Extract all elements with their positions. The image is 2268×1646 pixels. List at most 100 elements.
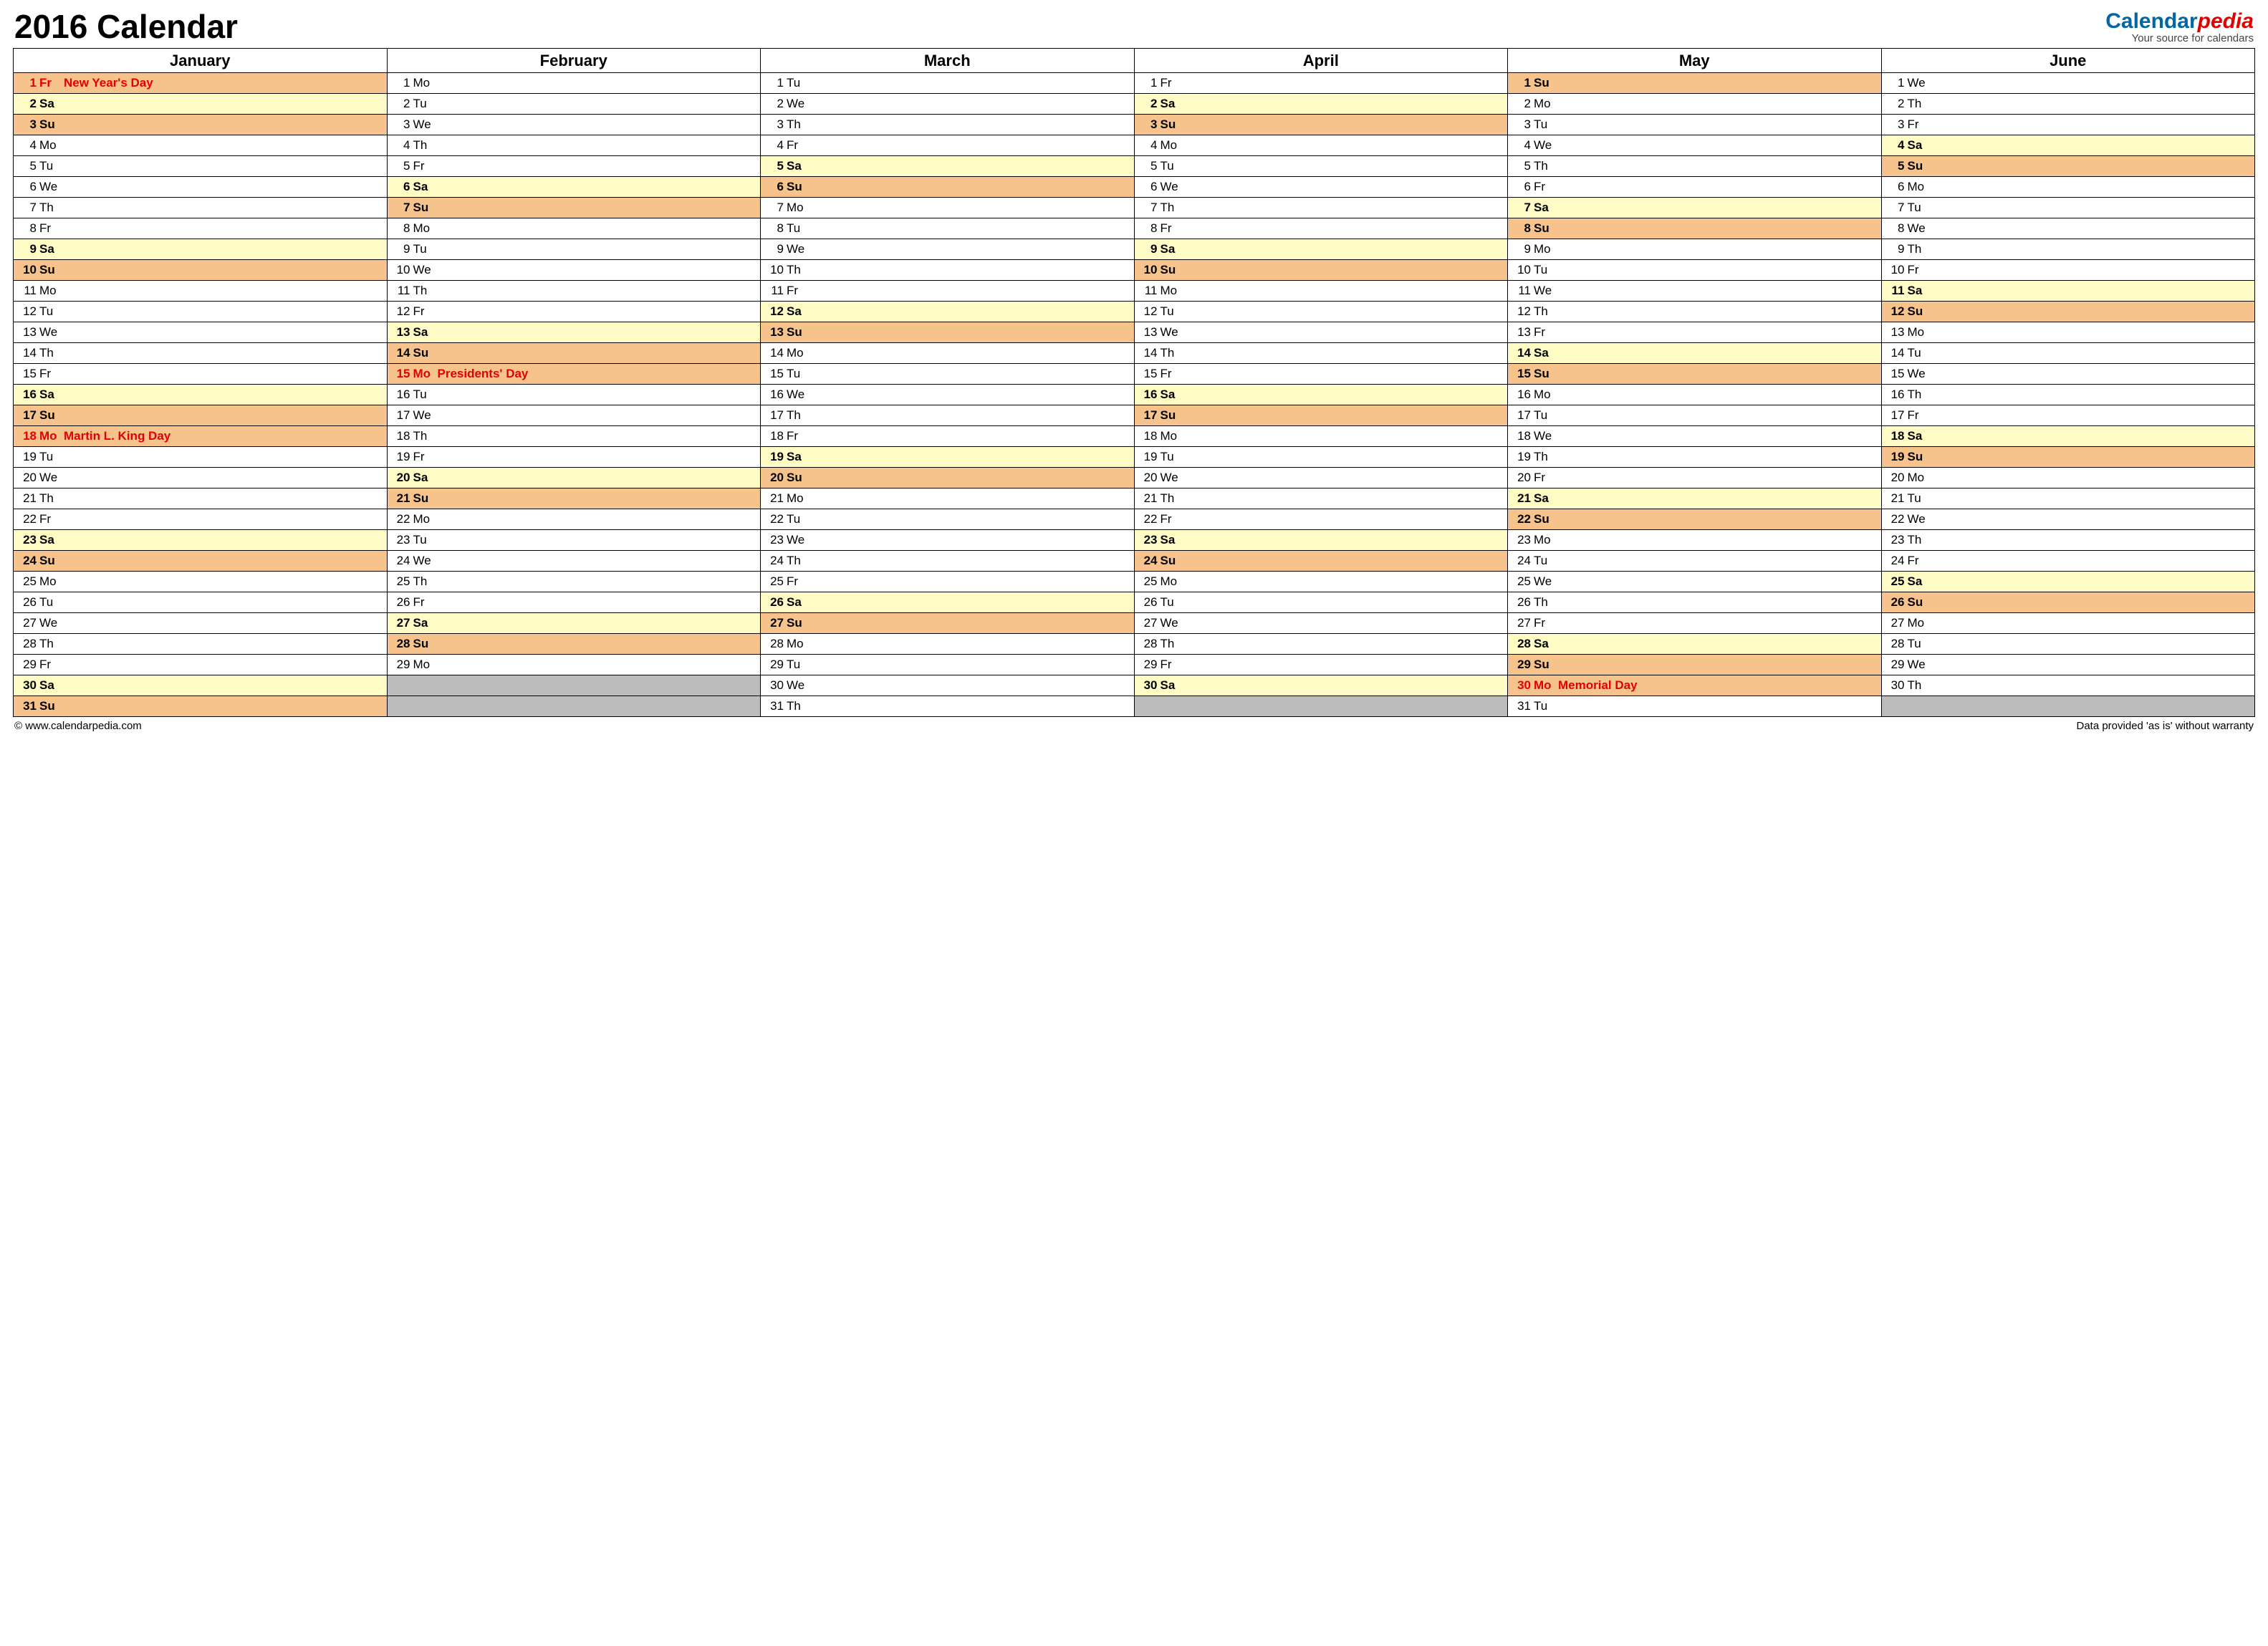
day-cell: 5Su (1881, 156, 2255, 177)
day-cell: 17Fr (1881, 405, 2255, 426)
day-cell: 4Th (387, 135, 761, 156)
day-cell: 8Su (1508, 218, 1882, 239)
day-cell: 9Th (1881, 239, 2255, 260)
day-cell: 26Tu (1134, 592, 1508, 613)
month-header: January (14, 49, 388, 73)
day-cell: 3Tu (1508, 115, 1882, 135)
day-cell: 7Th (1134, 198, 1508, 218)
day-cell: 3Th (761, 115, 1135, 135)
day-cell: 10We (387, 260, 761, 281)
day-cell: 6Mo (1881, 177, 2255, 198)
day-cell: 3Fr (1881, 115, 2255, 135)
day-cell: 29Fr (1134, 655, 1508, 675)
day-cell: 15Fr (1134, 364, 1508, 385)
day-cell: 2Tu (387, 94, 761, 115)
day-cell: 27Mo (1881, 613, 2255, 634)
day-cell: 23We (761, 530, 1135, 551)
day-cell: 21Tu (1881, 488, 2255, 509)
day-cell: 13Su (761, 322, 1135, 343)
day-cell: 14Sa (1508, 343, 1882, 364)
day-cell: 25Mo (14, 572, 388, 592)
day-cell: 5Fr (387, 156, 761, 177)
day-cell: 18MoMartin L. King Day (14, 426, 388, 447)
day-cell: 20Sa (387, 468, 761, 488)
brand-logo: Calendarpedia Your source for calendars (2105, 10, 2254, 44)
day-cell: 23Th (1881, 530, 2255, 551)
day-cell: 15Su (1508, 364, 1882, 385)
day-cell (1881, 696, 2255, 717)
day-cell (387, 696, 761, 717)
day-cell: 1FrNew Year's Day (14, 73, 388, 94)
day-cell: 17Su (14, 405, 388, 426)
day-cell: 19Tu (14, 447, 388, 468)
day-cell: 30MoMemorial Day (1508, 675, 1882, 696)
day-cell: 15We (1881, 364, 2255, 385)
day-cell: 21Mo (761, 488, 1135, 509)
day-cell: 3Su (1134, 115, 1508, 135)
day-cell: 30Sa (14, 675, 388, 696)
day-cell: 25We (1508, 572, 1882, 592)
day-cell: 22Tu (761, 509, 1135, 530)
day-cell: 11Th (387, 281, 761, 302)
day-cell: 18Sa (1881, 426, 2255, 447)
day-cell: 23Sa (14, 530, 388, 551)
day-cell: 24Su (14, 551, 388, 572)
day-cell: 22Fr (1134, 509, 1508, 530)
day-cell: 14Tu (1881, 343, 2255, 364)
day-cell: 7Tu (1881, 198, 2255, 218)
day-cell: 21Su (387, 488, 761, 509)
day-cell: 23Sa (1134, 530, 1508, 551)
month-header: April (1134, 49, 1508, 73)
day-cell: 4We (1508, 135, 1882, 156)
day-cell: 15MoPresidents' Day (387, 364, 761, 385)
day-cell: 28Th (14, 634, 388, 655)
day-cell (387, 675, 761, 696)
day-cell: 1Su (1508, 73, 1882, 94)
day-cell: 22Mo (387, 509, 761, 530)
day-cell: 13Sa (387, 322, 761, 343)
month-header: June (1881, 49, 2255, 73)
day-cell: 4Mo (1134, 135, 1508, 156)
day-cell: 11Mo (1134, 281, 1508, 302)
day-cell: 24Th (761, 551, 1135, 572)
footer-disclaimer: Data provided 'as is' without warranty (2076, 720, 2254, 732)
day-cell: 29Fr (14, 655, 388, 675)
day-cell: 9Sa (1134, 239, 1508, 260)
day-cell: 3Su (14, 115, 388, 135)
day-cell: 29Mo (387, 655, 761, 675)
day-cell: 30Th (1881, 675, 2255, 696)
day-cell: 21Sa (1508, 488, 1882, 509)
day-cell: 16Tu (387, 385, 761, 405)
day-cell: 25Mo (1134, 572, 1508, 592)
day-cell: 31Tu (1508, 696, 1882, 717)
day-cell: 2We (761, 94, 1135, 115)
day-cell: 16Sa (14, 385, 388, 405)
day-cell: 13Mo (1881, 322, 2255, 343)
month-header: March (761, 49, 1135, 73)
day-cell: 16Mo (1508, 385, 1882, 405)
day-cell: 18Th (387, 426, 761, 447)
day-cell: 26Fr (387, 592, 761, 613)
day-cell: 8We (1881, 218, 2255, 239)
day-cell: 5Tu (14, 156, 388, 177)
day-cell: 14Th (14, 343, 388, 364)
day-cell: 29We (1881, 655, 2255, 675)
day-cell: 12Tu (1134, 302, 1508, 322)
day-cell: 12Fr (387, 302, 761, 322)
month-header: February (387, 49, 761, 73)
day-cell: 19Tu (1134, 447, 1508, 468)
day-cell: 9Tu (387, 239, 761, 260)
day-cell: 1Mo (387, 73, 761, 94)
day-cell: 20We (1134, 468, 1508, 488)
day-cell: 20Su (761, 468, 1135, 488)
day-cell: 10Th (761, 260, 1135, 281)
day-cell: 2Mo (1508, 94, 1882, 115)
day-cell: 23Mo (1508, 530, 1882, 551)
day-cell: 7Sa (1508, 198, 1882, 218)
day-cell: 5Sa (761, 156, 1135, 177)
day-cell: 24Su (1134, 551, 1508, 572)
day-cell (1134, 696, 1508, 717)
day-cell: 11We (1508, 281, 1882, 302)
day-cell: 28Tu (1881, 634, 2255, 655)
day-cell: 18Mo (1134, 426, 1508, 447)
